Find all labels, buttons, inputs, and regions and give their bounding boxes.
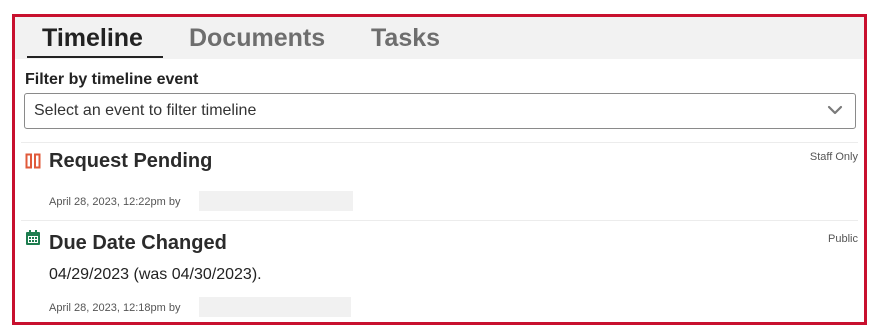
tab-timeline[interactable]: Timeline [42,21,143,55]
event-timestamp: April 28, 2023, 12:22pm by [49,196,181,208]
filter-label: Filter by timeline event [25,71,199,88]
redacted-author [199,191,353,211]
chevron-down-icon [827,105,843,115]
tab-bar: Timeline Documents Tasks [15,17,864,59]
event-title: Request Pending [49,150,213,172]
tab-documents[interactable]: Documents [189,21,325,55]
pause-icon [25,153,41,169]
event-title: Due Date Changed [49,232,227,254]
divider [21,220,858,221]
event-timestamp: April 28, 2023, 12:18pm by [49,302,181,314]
visibility-badge: Public [828,233,858,245]
select-placeholder: Select an event to filter timeline [34,102,257,119]
active-tab-underline [27,56,163,58]
event-description: 04/29/2023 (was 04/30/2023). [49,266,262,283]
visibility-badge: Staff Only [809,151,858,163]
divider [21,142,858,143]
timeline-panel: Timeline Documents Tasks Filter by timel… [12,14,867,325]
calendar-icon [26,230,40,245]
timeline-filter-select[interactable]: Select an event to filter timeline [24,93,856,129]
redacted-author [199,297,351,317]
tab-tasks[interactable]: Tasks [371,21,440,55]
